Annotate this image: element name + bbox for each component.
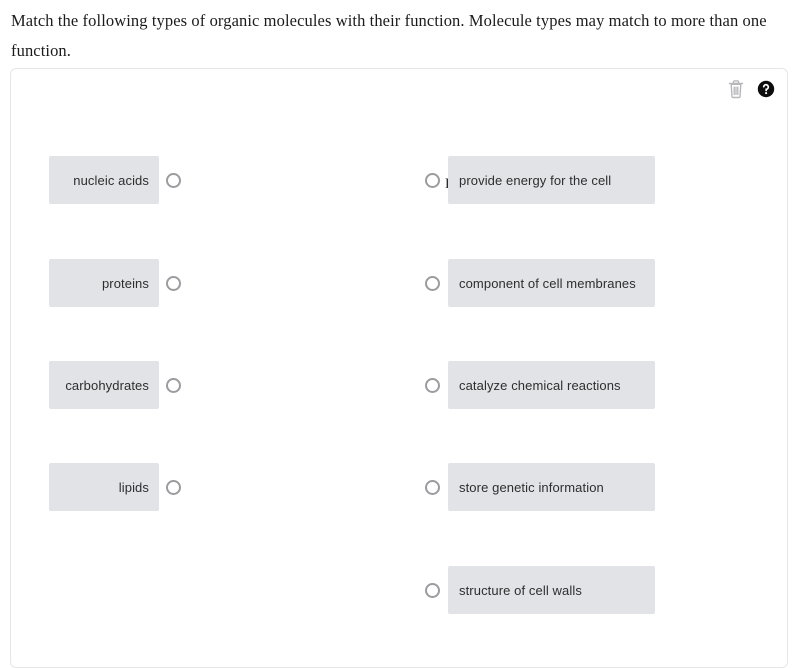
term-option[interactable]: nucleic acids	[49, 156, 159, 204]
question-card: Terms Functions nucleic acids proteins c…	[10, 68, 788, 668]
trash-icon[interactable]	[727, 79, 745, 99]
card-toolbar	[727, 79, 775, 99]
term-row: lipids	[49, 463, 184, 511]
term-option[interactable]: lipids	[49, 463, 159, 511]
help-circle-icon[interactable]	[757, 80, 775, 98]
question-prompt: Match the following types of organic mol…	[11, 11, 767, 60]
function-radio[interactable]	[425, 377, 440, 393]
function-row: catalyze chemical reactions	[425, 361, 657, 409]
term-radio[interactable]	[166, 172, 181, 188]
function-row: structure of cell walls	[425, 566, 657, 614]
function-row: store genetic information	[425, 463, 657, 511]
function-option[interactable]: provide energy for the cell	[448, 156, 655, 204]
function-radio[interactable]	[425, 479, 440, 495]
function-row: provide energy for the cell	[425, 156, 657, 204]
function-row: component of cell membranes	[425, 259, 657, 307]
term-option[interactable]: proteins	[49, 259, 159, 307]
function-option[interactable]: component of cell membranes	[448, 259, 655, 307]
term-row: nucleic acids	[49, 156, 184, 204]
function-option[interactable]: store genetic information	[448, 463, 655, 511]
function-option[interactable]: structure of cell walls	[448, 566, 655, 614]
term-row: proteins	[49, 259, 184, 307]
term-option[interactable]: carbohydrates	[49, 361, 159, 409]
term-radio[interactable]	[166, 377, 181, 393]
function-radio[interactable]	[425, 172, 440, 188]
function-radio[interactable]	[425, 582, 440, 598]
term-radio[interactable]	[166, 479, 181, 495]
term-radio[interactable]	[166, 275, 181, 291]
term-row: carbohydrates	[49, 361, 184, 409]
function-radio[interactable]	[425, 275, 440, 291]
function-option[interactable]: catalyze chemical reactions	[448, 361, 655, 409]
